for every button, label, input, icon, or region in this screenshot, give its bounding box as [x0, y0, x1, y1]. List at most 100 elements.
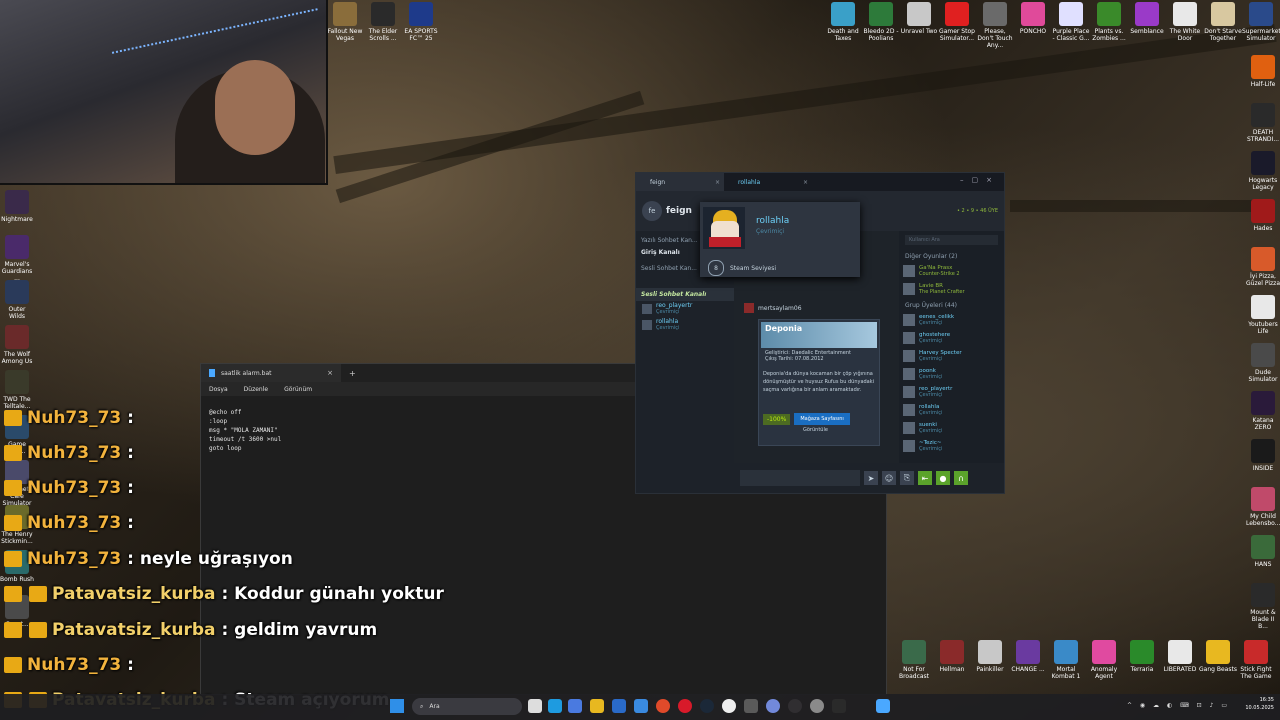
steam-tab-rollahla[interactable]: rollahla × [724, 173, 812, 191]
member-search[interactable]: Kullanıcı Ara [905, 235, 998, 245]
desktop-shortcut[interactable]: Hellman [933, 640, 971, 680]
menu-edit[interactable]: Düzenle [244, 386, 268, 393]
member-row[interactable]: Harvey Specter Çevrimiçi [899, 347, 1004, 365]
window-controls[interactable]: –▢× [960, 176, 1000, 184]
game-icon[interactable] [744, 699, 758, 713]
desktop-shortcut[interactable]: Stick Fight The Game [1237, 640, 1275, 680]
desktop-shortcut[interactable]: CHANGE ... [1009, 640, 1047, 680]
desktop-shortcut[interactable]: Not For Broadcast [895, 640, 933, 680]
taskbar-search[interactable]: ⌕ Ara [412, 698, 522, 715]
settings-icon[interactable] [810, 699, 824, 713]
app-icon [409, 2, 433, 26]
task-view-icon[interactable] [528, 699, 542, 713]
menu-file[interactable]: Dosya [209, 386, 228, 393]
microphone-icon[interactable]: ● [936, 471, 950, 485]
system-tray-icons[interactable]: ^ ◉ ☁ ◐ ⌨ ⊡ ♪ ▭ [1127, 702, 1230, 709]
member-row[interactable]: eenes_celikk Çevrimiçi [899, 311, 1004, 329]
crown-badge-icon [4, 480, 22, 496]
desktop-shortcut[interactable]: My Child Lebensbo... [1246, 487, 1280, 535]
desktop-shortcut[interactable]: Anomaly Agent [1085, 640, 1123, 680]
voice-member[interactable]: rollahla Çevrimiçi [636, 317, 734, 333]
xbox-icon[interactable] [722, 699, 736, 713]
close-tab-icon[interactable]: × [715, 179, 720, 186]
desktop-shortcut[interactable]: Mortal Kombat 1 [1047, 640, 1085, 680]
menu-view[interactable]: Görünüm [284, 386, 312, 393]
desktop-shortcut[interactable]: Please, Don't Touch Any... [976, 2, 1014, 49]
desktop-shortcut[interactable]: Gamer Stop Simulator... [938, 2, 976, 49]
edge-icon[interactable] [548, 699, 562, 713]
desktop-shortcut[interactable]: Fallout New Vegas [326, 2, 364, 42]
member-row[interactable]: Lavie BR The Planet Crafter [899, 280, 1004, 298]
desktop-shortcut[interactable]: The Wolf Among Us [0, 325, 34, 370]
member-row[interactable]: Ga'Na Prasx Counter-Strike 2 [899, 262, 1004, 280]
start-button[interactable] [390, 699, 404, 713]
desktop-shortcut[interactable]: HANS [1246, 535, 1280, 583]
store-page-button[interactable]: Mağaza Sayfasını [794, 413, 850, 425]
desktop-shortcut[interactable]: Plants vs. Zombies ... [1090, 2, 1128, 49]
chrome-icon[interactable] [656, 699, 670, 713]
desktop-shortcut[interactable]: LIBERATED [1161, 640, 1199, 680]
desktop-shortcut[interactable]: Marvel's Guardians ... [0, 235, 34, 282]
close-tab-icon[interactable]: × [327, 369, 333, 377]
new-tab-button[interactable]: + [349, 369, 356, 378]
discord-icon[interactable] [766, 699, 780, 713]
desktop-shortcut[interactable]: İyi Pizza, Güzel Pizza [1246, 247, 1280, 295]
notepad-tab[interactable]: saatlik alarm.bat × [201, 364, 341, 382]
desktop-shortcut[interactable]: Mount & Blade II B... [1246, 583, 1280, 631]
member-row[interactable]: poonk Çevrimiçi [899, 365, 1004, 383]
member-row[interactable]: reo_playertr Çevrimiçi [899, 383, 1004, 401]
message-author[interactable]: mertsaylam06 [758, 305, 802, 312]
desktop-shortcut[interactable]: Outer Wilds [0, 280, 34, 325]
steam-tab-feign[interactable]: feign × [636, 173, 724, 191]
desktop-shortcut[interactable]: Terraria [1123, 640, 1161, 680]
member-row[interactable]: ~Tezic~ Çevrimiçi [899, 437, 1004, 455]
desktop-shortcut[interactable]: Unravel Two [900, 2, 938, 49]
desktop-shortcut[interactable]: The White Door [1166, 2, 1204, 49]
member-row[interactable]: suenki Çevrimiçi [899, 419, 1004, 437]
member-row[interactable]: ghostehere Çevrimiçi [899, 329, 1004, 347]
desktop-shortcut[interactable]: Painkiller [971, 640, 1009, 680]
desktop-shortcut[interactable]: PONCHO [1014, 2, 1052, 49]
desktop-shortcut[interactable]: Supermarket Simulator [1242, 2, 1280, 49]
desktop-shortcut[interactable]: Hogwarts Legacy [1246, 151, 1280, 199]
obs-icon[interactable] [788, 699, 802, 713]
desktop-shortcut[interactable]: EA SPORTS FC™ 25 [402, 2, 440, 42]
notepad-icon[interactable] [876, 699, 890, 713]
desktop-shortcut[interactable]: Gang Beasts [1199, 640, 1237, 680]
desktop-shortcut[interactable]: Semblance [1128, 2, 1166, 49]
leave-voice-icon[interactable]: ⇤ [918, 471, 932, 485]
voice-member[interactable]: reo_playertr Çevrimiçi [636, 301, 734, 317]
clock[interactable]: 16:35 10.05.2025 [1245, 696, 1274, 712]
mail-icon[interactable] [612, 699, 626, 713]
desktop-shortcut[interactable]: Youtubers Life [1246, 295, 1280, 343]
steam-icon[interactable] [700, 699, 714, 713]
desktop-shortcut[interactable]: Don't Starve Together [1204, 2, 1242, 49]
desktop-shortcut[interactable]: Death and Taxes [824, 2, 862, 49]
close-tab-icon[interactable]: × [803, 179, 808, 186]
desktop-shortcut[interactable]: Purple Place - Classic G... [1052, 2, 1090, 49]
opera-icon[interactable] [678, 699, 692, 713]
store-icon[interactable] [568, 699, 582, 713]
member-status: Çevrimiçi [919, 338, 943, 344]
desktop-shortcut[interactable]: INSIDE [1246, 439, 1280, 487]
desktop-shortcut[interactable]: Nightmare [0, 190, 34, 235]
desktop-shortcut[interactable]: Hades [1246, 199, 1280, 247]
send-icon[interactable]: ➤ [864, 471, 878, 485]
terminal-icon[interactable] [832, 699, 846, 713]
desktop-shortcut[interactable]: Dude Simulator [1246, 343, 1280, 391]
desktop-shortcut[interactable]: Bleedo 2D - Poolians [862, 2, 900, 49]
desktop-shortcut[interactable]: The Elder Scrolls ... [364, 2, 402, 42]
desktop-shortcut[interactable]: Katana ZERO [1246, 391, 1280, 439]
explorer-icon[interactable] [590, 699, 604, 713]
desktop-shortcut[interactable]: House [1275, 640, 1280, 680]
message-input[interactable] [740, 470, 860, 486]
desktop-shortcut[interactable]: DEATH STRANDI... [1246, 103, 1280, 151]
emoji-icon[interactable]: ☺ [882, 471, 896, 485]
voice-channel[interactable]: Sesli Sohbet Kanalı [636, 288, 734, 301]
member-row[interactable]: rollahla Çevrimiçi [899, 401, 1004, 419]
headset-icon[interactable]: ∩ [954, 471, 968, 485]
attach-icon[interactable]: ⎘ [900, 471, 914, 485]
photos-icon[interactable] [634, 699, 648, 713]
popup-username[interactable]: rollahla [756, 216, 789, 226]
desktop-shortcut[interactable]: Half-Life [1246, 55, 1280, 103]
